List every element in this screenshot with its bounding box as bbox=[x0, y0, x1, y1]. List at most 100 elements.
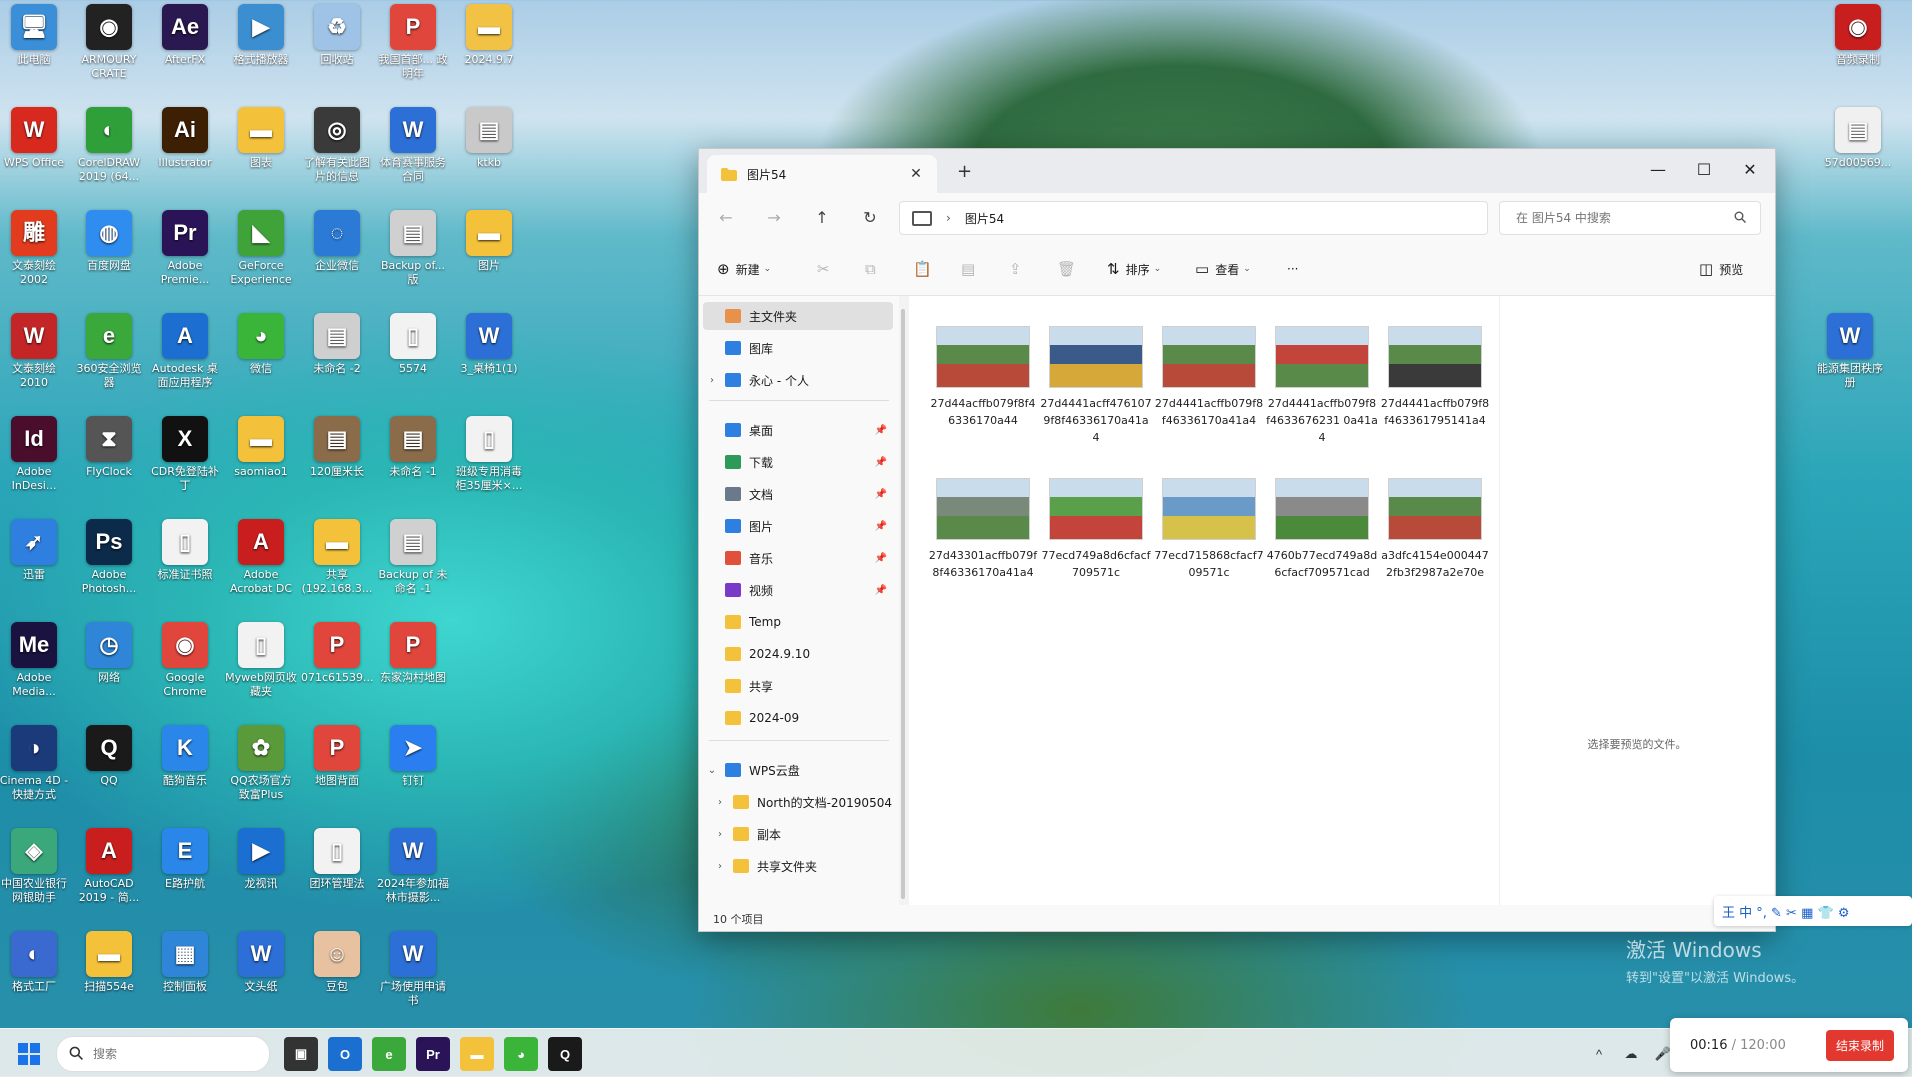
delete-button[interactable]: 🗑 bbox=[1057, 257, 1082, 281]
sidebar-item[interactable]: 文档 📌 bbox=[703, 480, 893, 508]
desktop-icon[interactable]: ◎ 了解有关此图片的信息 bbox=[301, 105, 373, 184]
desktop-icon[interactable]: ▬ 图片 bbox=[453, 208, 525, 273]
back-button[interactable]: ← bbox=[711, 205, 741, 231]
desktop-icon[interactable]: ◍ 百度网盘 bbox=[73, 208, 145, 273]
desktop-icon[interactable]: P 我国首部... 政 明年 bbox=[377, 2, 449, 81]
desktop-icon[interactable]: 🖥 此电脑 bbox=[0, 2, 70, 67]
desktop-icon[interactable]: ▯ Myweb网页收藏夹 bbox=[225, 620, 297, 699]
cut-button[interactable]: ✂ bbox=[817, 257, 836, 281]
desktop-icon[interactable]: ▤ 57d00569... bbox=[1822, 105, 1894, 170]
desktop-icon[interactable]: Q QQ bbox=[73, 723, 145, 788]
desktop-icon[interactable]: A AutoCAD 2019 - 简... bbox=[73, 826, 145, 905]
desktop-icon[interactable]: e 360安全浏览器 bbox=[73, 311, 145, 390]
stop-recording-button[interactable]: 结束录制 bbox=[1825, 1029, 1894, 1061]
desktop-icon[interactable]: Ps Adobe Photosh... bbox=[73, 517, 145, 596]
desktop-icon[interactable]: P 071c61539... bbox=[301, 620, 373, 685]
desktop-icon[interactable]: ▤ Backup of 未命名 -1 bbox=[377, 517, 449, 596]
desktop-icon[interactable]: ▯ 班级专用消毒柜35厘米×... bbox=[453, 414, 525, 493]
desktop-icon[interactable]: ◐ CorelDRAW 2019 (64... bbox=[73, 105, 145, 184]
taskbar-app-outlook[interactable]: O bbox=[328, 1037, 362, 1071]
chevron-icon[interactable]: › bbox=[703, 375, 721, 386]
desktop-icon[interactable]: W 广场使用申请书 bbox=[377, 929, 449, 1008]
sidebar-item[interactable]: 图库 bbox=[703, 334, 893, 362]
desktop-icon[interactable]: ▯ 5574 bbox=[377, 311, 449, 376]
close-tab-icon[interactable]: ✕ bbox=[905, 166, 927, 182]
desktop-icon[interactable]: X CDR免登陆补丁 bbox=[149, 414, 221, 493]
sidebar-item[interactable]: 图片 📌 bbox=[703, 512, 893, 540]
refresh-button[interactable]: ↻ bbox=[855, 205, 885, 231]
paste-button[interactable]: 📋 bbox=[913, 257, 938, 281]
sidebar-item[interactable]: › North的文档-20190504 bbox=[711, 788, 901, 816]
copy-button[interactable]: ⧉ bbox=[865, 257, 882, 281]
file-item[interactable]: 27d4441acff4761079f8f46336170a41a4 bbox=[1040, 326, 1152, 446]
address-bar[interactable]: › 图片54 bbox=[899, 201, 1488, 235]
sidebar-item[interactable]: 2024-09 bbox=[703, 704, 893, 732]
sidebar-item[interactable]: Temp bbox=[703, 608, 893, 636]
sidebar-scrollbar[interactable] bbox=[901, 309, 905, 899]
sidebar-item[interactable]: 共享 bbox=[703, 672, 893, 700]
desktop-icon[interactable]: ▬ 扫描554e bbox=[73, 929, 145, 994]
up-button[interactable]: ↑ bbox=[807, 205, 837, 231]
file-item[interactable]: 27d44acffb079f8f46336170a44 bbox=[927, 326, 1039, 429]
file-item[interactable]: 27d43301acffb079f8f46336170a41a4 bbox=[927, 478, 1039, 581]
close-button[interactable]: ✕ bbox=[1727, 155, 1773, 185]
taskbar-app-wechat[interactable]: ◕ bbox=[504, 1037, 538, 1071]
taskbar-app-premiere[interactable]: Pr bbox=[416, 1037, 450, 1071]
desktop-icon[interactable]: ◕ 微信 bbox=[225, 311, 297, 376]
desktop-icon[interactable]: ▬ 2024.9.7 bbox=[453, 2, 525, 67]
desktop-icon[interactable]: ▶ 龙视讯 bbox=[225, 826, 297, 891]
desktop-icon[interactable]: Pr Adobe Premie... bbox=[149, 208, 221, 287]
desktop-icon[interactable]: W 文泰刻绘 2010 bbox=[0, 311, 70, 390]
desktop-icon[interactable]: ◈ 中国农业银行网银助手 bbox=[0, 826, 70, 905]
desktop-icon[interactable]: ▤ 120厘米长 bbox=[301, 414, 373, 479]
desktop-icon[interactable]: A Autodesk 桌面应用程序 bbox=[149, 311, 221, 390]
file-item[interactable]: 77ecd749a8d6cfacf709571c bbox=[1040, 478, 1152, 581]
sidebar-item[interactable]: 主文件夹 bbox=[703, 302, 893, 330]
desktop-icon[interactable]: ▤ 未命名 -2 bbox=[301, 311, 373, 376]
desktop-icon[interactable]: W 文头纸 bbox=[225, 929, 297, 994]
sidebar-item[interactable]: › 副本 bbox=[711, 820, 901, 848]
maximize-button[interactable]: ☐ bbox=[1681, 155, 1727, 185]
view-button[interactable]: ▭ 查看 ⌄ bbox=[1195, 257, 1251, 281]
more-options-button[interactable]: ··· bbox=[1287, 257, 1298, 281]
taskbar-app-task-view[interactable]: ▣ bbox=[284, 1037, 318, 1071]
desktop-icon[interactable]: ▬ 图表 bbox=[225, 105, 297, 170]
tab-current[interactable]: 图片54 ✕ bbox=[707, 155, 937, 193]
tray-icon[interactable]: ^ bbox=[1582, 1037, 1616, 1071]
desktop-icon[interactable]: Ae AfterFX bbox=[149, 2, 221, 67]
desktop-icon[interactable]: 雕文泰刻绘 2002 bbox=[0, 208, 70, 287]
new-tab-button[interactable]: + bbox=[957, 161, 972, 182]
desktop-icon[interactable]: ▶ 格式播放器 bbox=[225, 2, 297, 67]
desktop-icon[interactable]: ⧗ FlyClock bbox=[73, 414, 145, 479]
desktop-icon[interactable]: ◣ GeForce Experience bbox=[225, 208, 297, 287]
desktop-icon[interactable]: ▤ 未命名 -1 bbox=[377, 414, 449, 479]
file-item[interactable]: 27d4441acffb079f8f46336170a41a4 bbox=[1153, 326, 1265, 429]
sidebar-item[interactable]: › 永心 - 个人 bbox=[703, 366, 893, 394]
taskbar-app-qq[interactable]: Q bbox=[548, 1037, 582, 1071]
desktop-icon[interactable]: Id Adobe InDesi... bbox=[0, 414, 70, 493]
desktop-icon[interactable]: ▬ saomiao1 bbox=[225, 414, 297, 479]
start-button[interactable] bbox=[12, 1037, 46, 1071]
taskbar-app-file-explorer[interactable]: ▬ bbox=[460, 1037, 494, 1071]
chevron-icon[interactable]: › bbox=[711, 829, 729, 840]
sidebar-item[interactable]: 2024.9.10 bbox=[703, 640, 893, 668]
desktop-icon[interactable]: ✿ QQ农场官方致富Plus bbox=[225, 723, 297, 802]
desktop-icon[interactable]: W 3_桌椅1(1) bbox=[453, 311, 525, 376]
desktop-icon[interactable]: K 酷狗音乐 bbox=[149, 723, 221, 788]
desktop-icon[interactable]: ▯ 标准证书照 bbox=[149, 517, 221, 582]
desktop-icon[interactable]: P 东家沟村地图 bbox=[377, 620, 449, 685]
desktop-icon[interactable]: A Adobe Acrobat DC bbox=[225, 517, 297, 596]
desktop-icon[interactable]: W 能源集团秩序册 bbox=[1814, 311, 1886, 390]
desktop-icon[interactable]: ◷ 网络 bbox=[73, 620, 145, 685]
desktop-icon[interactable]: W WPS Office bbox=[0, 105, 70, 170]
desktop-icon[interactable]: W 体育赛事服务合同 bbox=[377, 105, 449, 184]
sidebar-item[interactable]: ⌄ WPS云盘 bbox=[703, 756, 893, 784]
desktop-icon[interactable]: ▦ 控制面板 bbox=[149, 929, 221, 994]
desktop-icon[interactable]: ◑ Cinema 4D - 快捷方式 bbox=[0, 723, 70, 802]
sort-button[interactable]: ⇅ 排序 ⌄ bbox=[1107, 257, 1161, 281]
desktop-icon[interactable]: ▯ 团环管理法 bbox=[301, 826, 373, 891]
minimize-button[interactable]: — bbox=[1635, 155, 1681, 185]
desktop-icon[interactable]: ◉ Google Chrome bbox=[149, 620, 221, 699]
desktop-icon[interactable]: ➶ 迅雷 bbox=[0, 517, 70, 582]
desktop-icon[interactable]: E E路护航 bbox=[149, 826, 221, 891]
